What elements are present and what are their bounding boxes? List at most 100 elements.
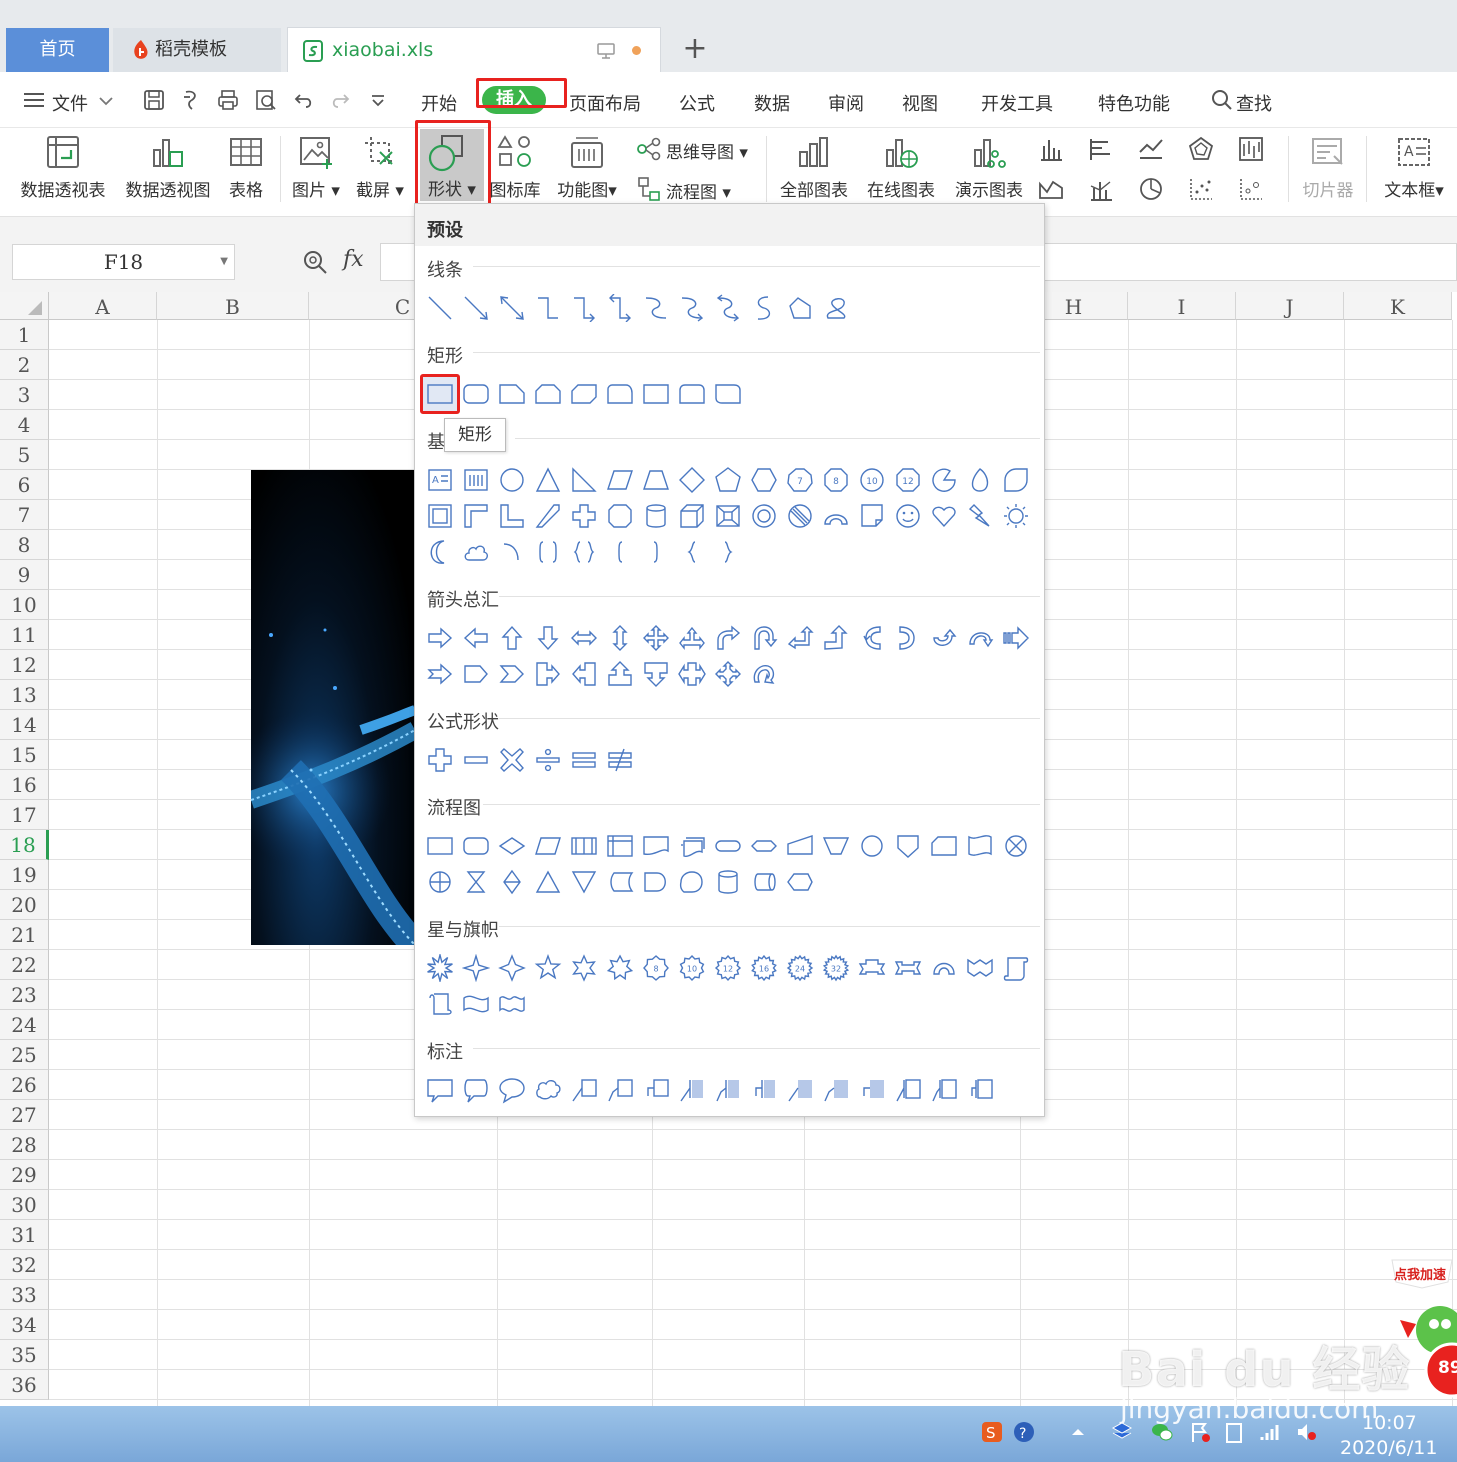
callout-shape-1[interactable] xyxy=(426,1076,454,1104)
arrow-shape-6[interactable] xyxy=(606,624,634,652)
row-header-13[interactable]: 13 xyxy=(0,680,49,710)
basic-shape-28[interactable] xyxy=(786,502,814,530)
arrow-shape-7[interactable] xyxy=(642,624,670,652)
line-shape-11[interactable] xyxy=(786,294,814,322)
basic-shape-36[interactable] xyxy=(462,538,490,566)
basic-shape-21[interactable] xyxy=(534,502,562,530)
menu-file[interactable]: 文件 xyxy=(52,90,88,116)
basic-shape-6[interactable] xyxy=(606,466,634,494)
callout-shape-12[interactable] xyxy=(822,1076,850,1104)
customize-toolbar-icon[interactable] xyxy=(366,88,390,112)
basic-shape-35[interactable] xyxy=(426,538,454,566)
basic-shape-32[interactable] xyxy=(930,502,958,530)
column-header-b[interactable]: B xyxy=(157,292,309,320)
row-header-33[interactable]: 33 xyxy=(0,1280,49,1310)
row-header-24[interactable]: 24 xyxy=(0,1010,49,1040)
row-header-22[interactable]: 22 xyxy=(0,950,49,980)
basic-shape-42[interactable] xyxy=(678,538,706,566)
basic-shape-2[interactable] xyxy=(462,466,490,494)
arrow-shape-16[interactable] xyxy=(966,624,994,652)
menu-data[interactable]: 数据 xyxy=(754,90,790,116)
menu-special[interactable]: 特色功能 xyxy=(1098,90,1170,116)
line-shape-6[interactable] xyxy=(606,293,634,323)
basic-shape-3[interactable] xyxy=(498,466,526,494)
basic-shape-24[interactable] xyxy=(642,502,670,530)
flowchart-shape-1[interactable] xyxy=(426,832,454,860)
star-banner-shape-11[interactable]: 24 xyxy=(786,954,814,982)
basic-shape-13[interactable]: 10 xyxy=(858,466,886,494)
print-preview-icon[interactable] xyxy=(254,88,278,112)
flowchart-shape-17[interactable] xyxy=(1002,832,1030,860)
search-icon[interactable] xyxy=(1210,88,1234,112)
slicer-button[interactable]: 切片器 xyxy=(1296,128,1360,214)
arrow-shape-9[interactable] xyxy=(714,624,742,652)
function-chart-button[interactable]: 功能图▾ xyxy=(552,128,622,214)
equation-shape-4[interactable] xyxy=(534,746,562,774)
row-header-23[interactable]: 23 xyxy=(0,980,49,1010)
basic-shape-7[interactable] xyxy=(642,466,670,494)
flowchart-shape-5[interactable] xyxy=(570,832,598,860)
tab-template[interactable]: 稻壳模板 xyxy=(113,28,281,72)
star-banner-shape-19[interactable] xyxy=(462,990,490,1018)
basic-shape-16[interactable] xyxy=(966,466,994,494)
rectangle-shape-1[interactable] xyxy=(426,380,454,408)
basic-shape-14[interactable]: 12 xyxy=(894,466,922,494)
basic-shape-22[interactable] xyxy=(570,502,598,530)
flowchart-shape-16[interactable] xyxy=(966,832,994,860)
column-header-j[interactable]: J xyxy=(1236,292,1344,320)
basic-shape-29[interactable] xyxy=(822,502,850,530)
rectangle-shape-9[interactable] xyxy=(714,380,742,408)
rectangle-shape-2[interactable] xyxy=(462,380,490,408)
row-header-36[interactable]: 36 xyxy=(0,1370,49,1400)
callout-shape-13[interactable] xyxy=(858,1076,886,1104)
chevron-down-icon[interactable]: ▼ xyxy=(220,245,228,279)
row-header-2[interactable]: 2 xyxy=(0,350,49,380)
flowchart-shape-10[interactable] xyxy=(750,832,778,860)
flowchart-shape-18[interactable] xyxy=(426,868,454,896)
fx-label[interactable]: fx xyxy=(343,247,364,272)
dropbox-icon[interactable] xyxy=(1110,1420,1134,1444)
row-header-12[interactable]: 12 xyxy=(0,650,49,680)
row-header-14[interactable]: 14 xyxy=(0,710,49,740)
line-shape-8[interactable] xyxy=(678,294,706,322)
row-header-19[interactable]: 19 xyxy=(0,860,49,890)
arrow-shape-25[interactable] xyxy=(678,660,706,688)
bar-chart-icon[interactable] xyxy=(1088,136,1114,162)
show-hidden-icons-icon[interactable] xyxy=(1066,1420,1090,1444)
row-header-10[interactable]: 10 xyxy=(0,590,49,620)
flowchart-shape-23[interactable] xyxy=(606,868,634,896)
basic-shape-27[interactable] xyxy=(750,502,778,530)
flowchart-shape-24[interactable] xyxy=(642,868,670,896)
arrow-shape-18[interactable] xyxy=(426,660,454,688)
arrow-shape-3[interactable] xyxy=(498,624,526,652)
flowchart-shape-22[interactable] xyxy=(570,868,598,896)
rectangle-shape-8[interactable] xyxy=(678,380,706,408)
basic-shape-43[interactable] xyxy=(714,538,742,566)
line-shape-7[interactable] xyxy=(642,294,670,322)
hamburger-menu-icon[interactable] xyxy=(22,88,46,112)
row-header-17[interactable]: 17 xyxy=(0,800,49,830)
basic-shape-33[interactable] xyxy=(966,502,994,530)
row-header-9[interactable]: 9 xyxy=(0,560,49,590)
arrow-shape-22[interactable] xyxy=(570,660,598,688)
radar-chart-icon[interactable] xyxy=(1188,136,1214,162)
arrow-shape-21[interactable] xyxy=(534,660,562,688)
online-charts-button[interactable]: 在线图表 xyxy=(862,128,940,214)
line-shape-2[interactable] xyxy=(462,294,490,322)
flowchart-shape-13[interactable] xyxy=(858,832,886,860)
all-charts-button[interactable]: 全部图表 xyxy=(776,128,852,214)
star-banner-shape-13[interactable] xyxy=(858,954,886,982)
arrow-shape-15[interactable] xyxy=(930,624,958,652)
callout-shape-11[interactable] xyxy=(786,1076,814,1104)
row-header-30[interactable]: 30 xyxy=(0,1190,49,1220)
basic-shape-23[interactable] xyxy=(606,502,634,530)
row-header-32[interactable]: 32 xyxy=(0,1250,49,1280)
basic-shape-30[interactable] xyxy=(858,502,886,530)
callout-shape-14[interactable] xyxy=(894,1076,922,1104)
line-shape-10[interactable] xyxy=(750,294,778,322)
menu-search[interactable]: 查找 xyxy=(1236,90,1272,116)
row-header-34[interactable]: 34 xyxy=(0,1310,49,1340)
row-header-20[interactable]: 20 xyxy=(0,890,49,920)
basic-shape-17[interactable] xyxy=(1002,466,1030,494)
column-chart-icon[interactable] xyxy=(1038,136,1064,162)
